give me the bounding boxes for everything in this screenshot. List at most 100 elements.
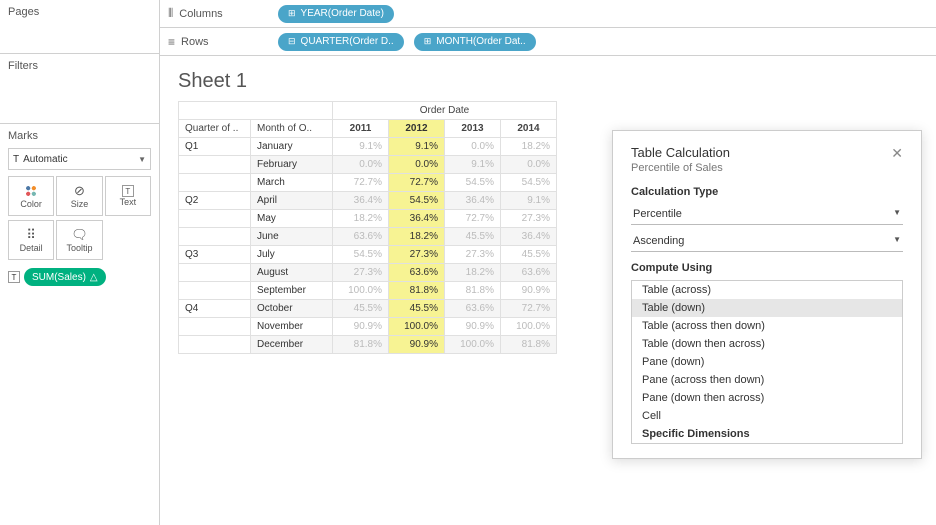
compute-option[interactable]: Pane (across then down): [632, 371, 902, 389]
tooltip-card[interactable]: 🗨 Tooltip: [56, 220, 102, 260]
value-cell: 0.0%: [333, 156, 389, 174]
sheet-title[interactable]: Sheet 1: [178, 70, 918, 93]
month-header[interactable]: Month of O..: [251, 120, 333, 138]
value-cell: 90.9%: [389, 336, 445, 354]
month-pill-label: MONTH(Order Dat..: [436, 36, 525, 47]
value-cell: 63.6%: [501, 264, 557, 282]
quarter-cell: Q3: [179, 246, 251, 264]
compute-option[interactable]: Pane (down then across): [632, 389, 902, 407]
month-cell: December: [251, 336, 333, 354]
side-panel: Pages Filters Marks T Automatic ▼ Color …: [0, 0, 160, 525]
compute-option[interactable]: Table (across then down): [632, 317, 902, 335]
detail-icon: ⠿: [26, 227, 36, 243]
quarter-header[interactable]: Quarter of ..: [179, 120, 251, 138]
quarter-cell: [179, 282, 251, 300]
calc-type-select[interactable]: Percentile ▼: [631, 204, 903, 225]
size-card[interactable]: ⊘ Size: [56, 176, 102, 216]
value-cell: 81.8%: [445, 282, 501, 300]
measure-on-text[interactable]: T SUM(Sales) △: [8, 268, 151, 286]
value-cell: 54.5%: [501, 174, 557, 192]
value-cell: 72.7%: [501, 300, 557, 318]
value-cell: 54.5%: [333, 246, 389, 264]
main-area: ⦀ Columns ⊞ YEAR(Order Date) ≡ Rows ⊟ QU…: [160, 0, 936, 525]
text-card[interactable]: T Text: [105, 176, 151, 216]
value-cell: 100.0%: [389, 318, 445, 336]
value-cell: 54.5%: [389, 192, 445, 210]
value-cell: 81.8%: [333, 336, 389, 354]
order-select[interactable]: Ascending ▼: [631, 231, 903, 252]
month-cell: August: [251, 264, 333, 282]
compute-option[interactable]: Pane (down): [632, 353, 902, 371]
value-cell: 9.1%: [445, 156, 501, 174]
value-cell: 63.6%: [445, 300, 501, 318]
value-cell: 100.0%: [333, 282, 389, 300]
text-type-icon: T: [13, 154, 19, 165]
compute-option[interactable]: Table (down then across): [632, 335, 902, 353]
value-cell: 0.0%: [389, 156, 445, 174]
compute-using-list[interactable]: Table (across)Table (down)Table (across …: [631, 280, 903, 444]
value-cell: 100.0%: [445, 336, 501, 354]
value-cell: 90.9%: [333, 318, 389, 336]
columns-icon: ⦀: [168, 6, 173, 21]
year-header[interactable]: 2013: [445, 120, 501, 138]
value-cell: 81.8%: [389, 282, 445, 300]
value-cell: 36.4%: [445, 192, 501, 210]
month-cell: September: [251, 282, 333, 300]
compute-option[interactable]: Specific Dimensions: [632, 425, 902, 443]
quarter-pill[interactable]: ⊟ QUARTER(Order D..: [278, 33, 404, 51]
compute-option[interactable]: Table (down): [632, 299, 902, 317]
tooltip-icon: 🗨: [71, 227, 88, 243]
value-cell: 18.2%: [501, 138, 557, 156]
compute-option[interactable]: Cell: [632, 407, 902, 425]
text-mark-icon: T: [8, 271, 20, 283]
mark-type-dropdown[interactable]: T Automatic ▼: [8, 148, 151, 170]
filters-shelf[interactable]: Filters: [0, 54, 159, 124]
table-calculation-dialog: Table Calculation Percentile of Sales ✕ …: [612, 130, 922, 459]
value-cell: 27.3%: [445, 246, 501, 264]
close-icon[interactable]: ✕: [891, 145, 903, 162]
filters-label: Filters: [8, 60, 151, 72]
detail-card[interactable]: ⠿ Detail: [8, 220, 54, 260]
caret-down-icon: ▼: [138, 155, 146, 164]
sum-sales-pill[interactable]: SUM(Sales) △: [24, 268, 106, 286]
rows-icon: ≡: [168, 35, 175, 49]
crosstab: Order DateQuarter of ..Month of O..20112…: [178, 101, 557, 354]
caret-down-icon: ▼: [893, 235, 901, 247]
rows-shelf[interactable]: ≡ Rows ⊟ QUARTER(Order D.. ⊞ MONTH(Order…: [160, 28, 936, 56]
size-icon: ⊘: [74, 183, 85, 199]
columns-shelf[interactable]: ⦀ Columns ⊞ YEAR(Order Date): [160, 0, 936, 28]
compute-option[interactable]: Table (across): [632, 281, 902, 299]
month-cell: October: [251, 300, 333, 318]
expand-icon: ⊞: [424, 36, 432, 47]
text-icon: T: [122, 185, 134, 197]
month-cell: April: [251, 192, 333, 210]
year-header[interactable]: 2014: [501, 120, 557, 138]
month-cell: June: [251, 228, 333, 246]
mark-type-value: Automatic: [23, 154, 138, 165]
value-cell: 0.0%: [501, 156, 557, 174]
month-cell: November: [251, 318, 333, 336]
pages-shelf[interactable]: Pages: [0, 0, 159, 54]
year-pill[interactable]: ⊞ YEAR(Order Date): [278, 5, 394, 23]
expand-icon: ⊞: [288, 8, 296, 19]
quarter-cell: [179, 156, 251, 174]
quarter-cell: Q4: [179, 300, 251, 318]
color-card[interactable]: Color: [8, 176, 54, 216]
quarter-cell: [179, 318, 251, 336]
month-pill[interactable]: ⊞ MONTH(Order Dat..: [414, 33, 536, 51]
value-cell: 27.3%: [501, 210, 557, 228]
value-cell: 54.5%: [445, 174, 501, 192]
value-cell: 0.0%: [445, 138, 501, 156]
order-date-header: Order Date: [333, 102, 557, 120]
year-header[interactable]: 2011: [333, 120, 389, 138]
value-cell: 90.9%: [445, 318, 501, 336]
value-cell: 9.1%: [333, 138, 389, 156]
value-cell: 9.1%: [501, 192, 557, 210]
year-header[interactable]: 2012: [389, 120, 445, 138]
tooltip-card-label: Tooltip: [66, 243, 92, 253]
value-cell: 36.4%: [389, 210, 445, 228]
marks-card: Marks T Automatic ▼ Color ⊘ Size T Text: [0, 124, 159, 292]
value-cell: 18.2%: [333, 210, 389, 228]
caret-down-icon: ▼: [893, 208, 901, 220]
quarter-pill-label: QUARTER(Order D..: [301, 36, 394, 47]
